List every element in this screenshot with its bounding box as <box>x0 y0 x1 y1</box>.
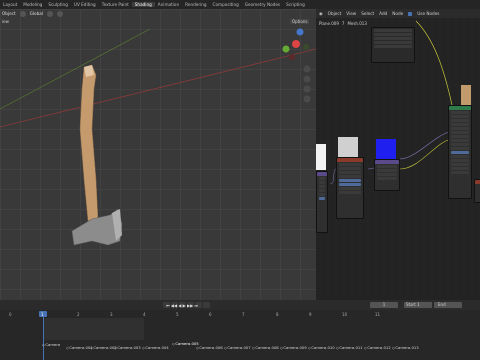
3d-viewport[interactable]: Object Global iew Options <box>0 9 316 300</box>
gizmo-neg-y-icon <box>303 44 309 50</box>
timeline-area[interactable]: 0 1 2 3 4 5 6 7 8 9 10 11 Camera Camera.… <box>0 310 480 360</box>
mix-node[interactable] <box>336 157 364 219</box>
workspace-tab[interactable]: UV Editing <box>71 2 99 7</box>
texture-preview-grey <box>338 137 358 157</box>
start-value: 1 <box>417 302 420 307</box>
x-axis-line <box>0 48 316 128</box>
frame-number: 9 <box>309 312 312 317</box>
frame-number: 11 <box>375 312 381 317</box>
image-texture-node[interactable] <box>316 171 328 233</box>
current-frame-field[interactable]: 1 <box>370 302 398 308</box>
camera-marker[interactable]: Camera.010 <box>308 345 334 350</box>
texture-preview-wood <box>461 85 471 105</box>
frame-number: 7 <box>242 312 245 317</box>
normal-map-node[interactable] <box>374 159 400 191</box>
workspace-tab[interactable]: Sculpting <box>45 2 71 7</box>
camera-marker[interactable]: Camera.002 <box>90 345 116 350</box>
start-frame-field[interactable]: Start 1 <box>404 302 432 308</box>
camera-marker[interactable]: Camera.003 <box>114 345 140 350</box>
camera-marker-active[interactable]: Camera.005 <box>172 341 198 346</box>
keyframe-region <box>44 318 144 340</box>
camera-marker[interactable]: Camera.009 <box>280 345 306 350</box>
svg-text:⏮ ◀◀ ◀ ▶ ▶▶ ⏭: ⏮ ◀◀ ◀ ▶ ▶▶ ⏭ <box>166 303 198 308</box>
viewport-scene <box>0 28 316 246</box>
texture-preview-white <box>316 144 326 170</box>
frame-number: 4 <box>143 312 146 317</box>
perspective-grid-icon <box>303 95 311 103</box>
gizmo-x-axis-icon <box>292 40 300 48</box>
end-frame-field[interactable]: End <box>434 302 462 308</box>
shader-node-editor[interactable]: ◉ Object View Select Add Node Use Nodes … <box>316 9 480 300</box>
workspace-tab[interactable]: Texture Paint <box>99 2 132 7</box>
camera-marker[interactable]: Camera.011 <box>336 345 362 350</box>
pan-hand-icon <box>303 75 311 83</box>
texture-preview-blue <box>376 139 396 159</box>
workspace-tab[interactable]: Rendering <box>182 2 209 7</box>
workspace-tab[interactable]: Animation <box>155 2 182 7</box>
camera-marker[interactable]: Camera.001 <box>66 345 92 350</box>
axe-handle <box>79 64 99 222</box>
frame-number: 3 <box>110 312 113 317</box>
gizmo-neg-x-icon <box>289 54 295 60</box>
camera-marker[interactable]: Camera.006 <box>196 345 222 350</box>
workspace-tab[interactable]: Layout <box>0 2 20 7</box>
workspace-tab[interactable]: Compositing <box>210 2 242 7</box>
frame-number: 2 <box>77 312 80 317</box>
blender-window: Layout Modeling Sculpting UV Editing Tex… <box>0 0 480 360</box>
gizmo-y-axis-icon <box>282 45 290 53</box>
material-output-node[interactable] <box>474 179 480 203</box>
camera-marker[interactable]: Camera.007 <box>224 345 250 350</box>
camera-marker[interactable]: Camera <box>42 342 60 347</box>
frame-number: 10 <box>342 312 348 317</box>
frame-number: 6 <box>209 312 212 317</box>
workspace-tab[interactable]: Geometry Nodes <box>242 2 283 7</box>
workspace-tab[interactable]: Scripting <box>283 2 308 7</box>
camera-marker[interactable]: Camera.012 <box>364 345 390 350</box>
frame-number-current: 1 <box>41 312 44 317</box>
frame-number: 8 <box>276 312 279 317</box>
workspace-tab[interactable]: Modeling <box>20 2 45 7</box>
workspace-tabs-bar: Layout Modeling Sculpting UV Editing Tex… <box>0 0 480 9</box>
gizmo-z-axis-icon <box>296 28 304 36</box>
frame-number: 0 <box>9 312 12 317</box>
workspace-tab-active[interactable]: Shading <box>131 2 155 7</box>
principled-bsdf-node[interactable] <box>448 105 472 199</box>
camera-marker[interactable]: Camera.004 <box>142 345 168 350</box>
frame-number: 5 <box>176 312 179 317</box>
jump-end-icon <box>203 302 210 308</box>
camera-view-icon <box>303 85 311 93</box>
camera-marker[interactable]: Camera.013 <box>392 345 418 350</box>
playhead-line <box>42 317 44 360</box>
y-axis-line <box>0 28 151 110</box>
start-label: Start <box>406 302 416 307</box>
zoom-icon <box>303 65 311 73</box>
camera-marker[interactable]: Camera.008 <box>252 345 278 350</box>
